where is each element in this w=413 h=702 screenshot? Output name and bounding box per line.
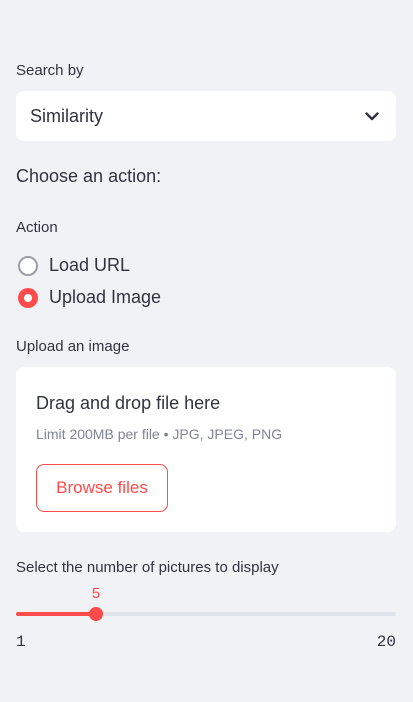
action-heading: Choose an action:: [16, 166, 162, 186]
search-by-value: Similarity: [30, 105, 104, 126]
search-by-label: Search by: [16, 62, 84, 79]
slider-min: 1: [16, 633, 26, 651]
file-dropzone[interactable]: Drag and drop file here Limit 200MB per …: [16, 367, 396, 532]
radio-label-upload-image: Upload Image: [49, 287, 162, 307]
browse-files-button[interactable]: Browse files: [36, 464, 168, 512]
pictures-slider[interactable]: [16, 607, 396, 621]
slider-fill: [16, 612, 96, 616]
dropzone-limit: Limit 200MB per file • JPG, JPEG, PNG: [36, 426, 283, 442]
slider-value: 5: [91, 586, 101, 603]
radio-checked[interactable]: [18, 287, 38, 308]
slider-label: Select the number of pictures to display: [16, 559, 279, 576]
slider-thumb[interactable]: [89, 607, 103, 621]
radio-dot: [24, 293, 32, 302]
slider-max: 20: [376, 633, 396, 651]
radio-label-load-url: Load URL: [49, 255, 131, 275]
dropzone-title: Drag and drop file here: [36, 393, 221, 413]
chevron-down-icon: [364, 108, 380, 124]
action-label: Action: [16, 219, 58, 236]
radio-load-url[interactable]: Load URL: [18, 255, 130, 276]
radio-upload-image[interactable]: Upload Image: [18, 287, 161, 308]
upload-label: Upload an image: [16, 338, 130, 355]
radio-unchecked[interactable]: [18, 255, 38, 276]
search-by-select[interactable]: Similarity: [16, 91, 396, 141]
